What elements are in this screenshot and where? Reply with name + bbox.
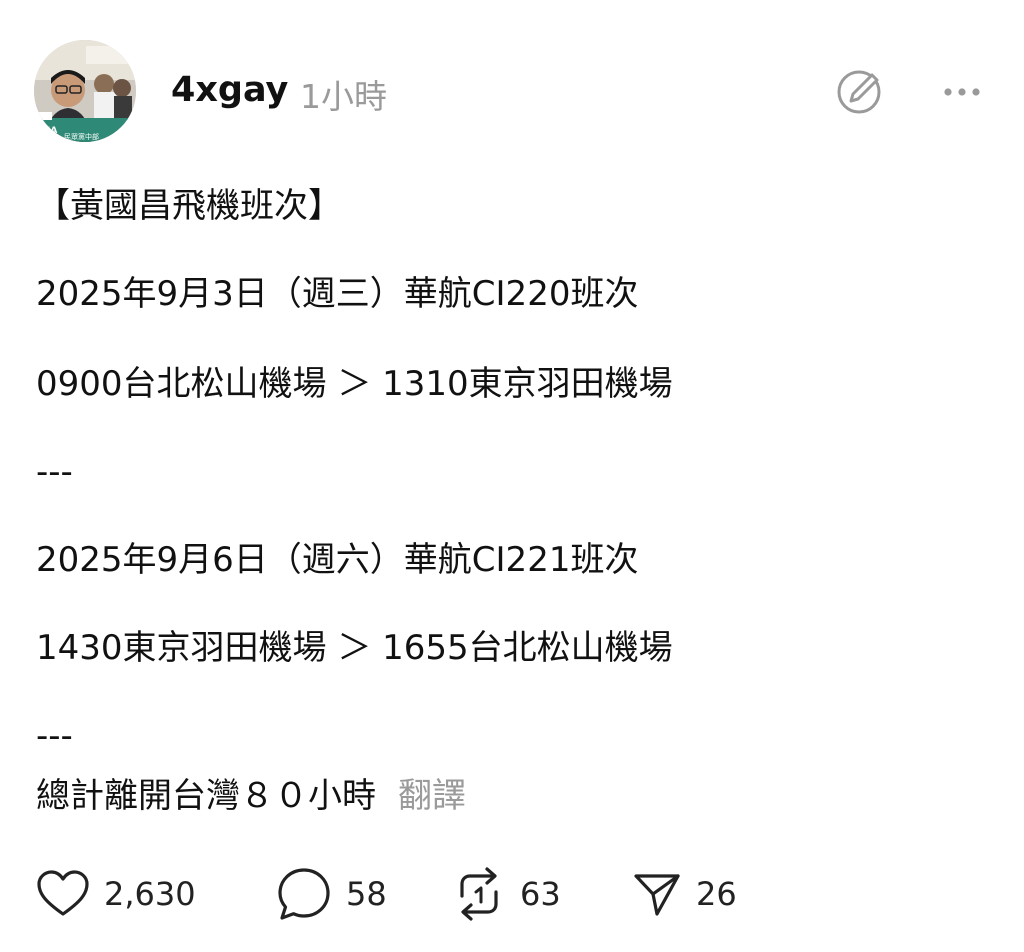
heart-icon (37, 870, 89, 916)
like-count: 2,630 (104, 875, 196, 913)
timestamp: 1小時 (300, 77, 387, 116)
post-line: 總計離開台灣８０小時 (36, 776, 376, 816)
avatar-sign-subtext: 民眾黨中部 (64, 132, 99, 141)
avatar-sign-text: AIA (40, 126, 57, 136)
compose-button[interactable] (834, 66, 886, 118)
post-line-last: 總計離開台灣８０小時 翻譯 (36, 776, 466, 816)
post-line-divider: --- (36, 716, 73, 756)
translate-link[interactable]: 翻譯 (398, 776, 466, 816)
post-line: 2025年9月3日（週三）華航CI220班次 (36, 274, 639, 314)
post-line: 【黃國昌飛機班次】 (36, 186, 342, 226)
post-line-divider: --- (36, 452, 73, 492)
share-count: 26 (696, 875, 737, 913)
repost-button[interactable]: 63 (452, 866, 561, 922)
username[interactable]: 4xgay (171, 70, 288, 110)
pencil-circle-icon (837, 70, 881, 114)
repost-arrows-icon (460, 867, 498, 921)
speech-bubble-icon (278, 868, 330, 920)
like-button[interactable]: 2,630 (36, 866, 196, 922)
post-line: 2025年9月6日（週六）華航CI221班次 (36, 540, 639, 580)
ellipsis-icon (944, 88, 980, 96)
post-line: 0900台北松山機場 ＞ 1310東京羽田機場 (36, 364, 673, 404)
more-options-button[interactable] (936, 74, 988, 110)
comment-count: 58 (346, 875, 387, 913)
comment-button[interactable]: 58 (276, 866, 387, 922)
post-line: 1430東京羽田機場 ＞ 1655台北松山機場 (36, 628, 673, 668)
repost-count: 63 (520, 875, 561, 913)
avatar-image: AIA 民眾黨中部 (34, 40, 136, 142)
post-actions: 2,630 58 63 26 (36, 866, 796, 922)
avatar[interactable]: AIA 民眾黨中部 (34, 40, 136, 142)
share-button[interactable]: 26 (632, 866, 737, 922)
paper-plane-icon (634, 874, 680, 916)
